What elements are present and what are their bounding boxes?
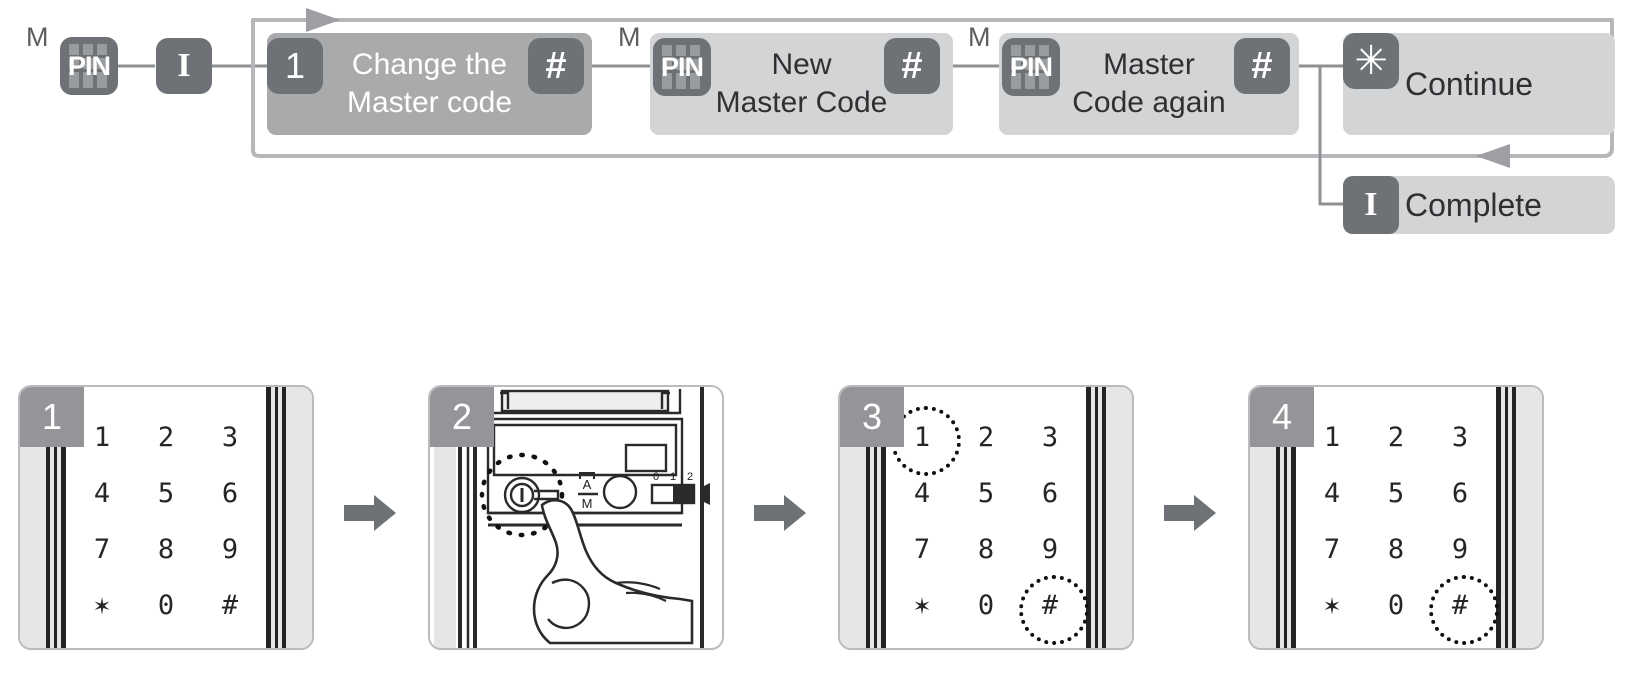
panel-1-key-#[interactable]: # <box>198 578 262 634</box>
panel-1-line-d <box>266 387 271 648</box>
hash-key-icon-2: # <box>884 38 940 94</box>
pin-keypad-icon: PIN <box>60 37 118 95</box>
panel-1-key-9[interactable]: 9 <box>198 522 262 578</box>
panel-2-badge: 2 <box>430 387 494 447</box>
i-button-label: I <box>177 47 191 84</box>
panel-1-key-4[interactable]: 4 <box>70 465 134 521</box>
panel-1: 1 2 3 4 5 6 7 8 9 ✶ 0 # 1 <box>18 385 314 650</box>
step-arrow-1 <box>344 495 396 531</box>
panel-4: 1 2 3 4 5 6 7 8 9 ✶ 0 # 4 <box>1248 385 1544 650</box>
panel-1-key-3[interactable]: 3 <box>198 409 262 465</box>
flow-diagram: M PIN I Change the Master code 1 # M New… <box>0 0 1640 250</box>
asterisk-key-icon: ✳ <box>1343 33 1399 89</box>
panel-3: 1 2 3 4 5 6 7 8 9 ✶ 0 # 3 <box>838 385 1134 650</box>
panel-2-vol-1: 1 <box>670 471 676 483</box>
panel-3-line-e <box>1095 387 1098 648</box>
panel-4-key-3[interactable]: 3 <box>1428 409 1492 465</box>
panel-2-vol-2: 2 <box>687 471 693 483</box>
pin-label-2: PIN <box>660 51 704 82</box>
panel-1-line-f <box>282 387 286 648</box>
panel-3-key-7[interactable]: 7 <box>890 522 954 578</box>
panel-4-key-#[interactable]: # <box>1428 574 1499 646</box>
i-button-icon-complete: I <box>1343 176 1399 234</box>
pin-keypad-icon-2: PIN <box>653 38 711 96</box>
panel-3-key-3[interactable]: 3 <box>1018 409 1082 465</box>
panel-4-key-5[interactable]: 5 <box>1364 465 1428 521</box>
panel-1-key-7[interactable]: 7 <box>70 522 134 578</box>
panel-3-key-9[interactable]: 9 <box>1018 522 1082 578</box>
panel-2: A M 0 1 2 2 <box>428 385 724 650</box>
hash-key-label-3: # <box>1251 44 1273 87</box>
panel-3-key-0[interactable]: 0 <box>954 578 1018 634</box>
step-1-number: 1 <box>284 45 306 86</box>
panel-1-keypad[interactable]: 1 2 3 4 5 6 7 8 9 ✶ 0 # <box>70 409 262 634</box>
panel-2-mode-a: A <box>583 477 592 492</box>
panel-3-key-8[interactable]: 8 <box>954 522 1018 578</box>
panel-4-key-9[interactable]: 9 <box>1428 522 1492 578</box>
step-1-number-chip: 1 <box>267 38 323 94</box>
pin-label-3: PIN <box>1009 51 1053 82</box>
panel-3-badge: 3 <box>840 387 904 447</box>
entry-m-label: M <box>26 22 49 52</box>
panel-4-key-7[interactable]: 7 <box>1300 522 1364 578</box>
panel-4-line-f <box>1512 387 1516 648</box>
panel-1-right-band <box>266 387 312 648</box>
hash-key-icon-3: # <box>1234 38 1290 94</box>
panel-3-key-6[interactable]: 6 <box>1018 465 1082 521</box>
panel-1-key-8[interactable]: 8 <box>134 522 198 578</box>
step-2-m-label: M <box>618 22 641 52</box>
panel-1-key-2[interactable]: 2 <box>134 409 198 465</box>
panel-4-keypad[interactable]: 1 2 3 4 5 6 7 8 9 ✶ 0 # <box>1300 409 1499 646</box>
panel-3-key-#[interactable]: # <box>1018 574 1089 646</box>
i-button-icon: I <box>156 38 212 94</box>
panel-4-right-band <box>1496 387 1542 648</box>
panel-1-key-5[interactable]: 5 <box>134 465 198 521</box>
panel-2-mode-m: M <box>582 496 593 511</box>
panel-1-key-6[interactable]: 6 <box>198 465 262 521</box>
hash-key-label-2: # <box>901 44 923 87</box>
panel-4-key-6[interactable]: 6 <box>1428 465 1492 521</box>
panel-3-key-4[interactable]: 4 <box>890 465 954 521</box>
panel-1-key-0[interactable]: 0 <box>134 578 198 634</box>
panel-3-keypad[interactable]: 1 2 3 4 5 6 7 8 9 ✶ 0 # <box>890 406 1089 646</box>
panel-3-key-2[interactable]: 2 <box>954 409 1018 465</box>
panel-2-vol-0: 0 <box>653 471 659 483</box>
panel-4-line-e <box>1505 387 1508 648</box>
hash-key-label-1: # <box>545 44 567 87</box>
panel-4-key-8[interactable]: 8 <box>1364 522 1428 578</box>
panel-3-line-f <box>1102 387 1106 648</box>
panel-4-badge: 4 <box>1250 387 1314 447</box>
step-3-m-label: M <box>968 22 991 52</box>
step-arrow-3 <box>1164 495 1216 531</box>
step-arrow-2 <box>754 495 806 531</box>
hash-key-icon-1: # <box>528 38 584 94</box>
panel-4-key-4[interactable]: 4 <box>1300 465 1364 521</box>
i-button-label-complete: I <box>1364 186 1378 223</box>
panel-4-key-0[interactable]: 0 <box>1364 578 1428 634</box>
panel-4-key-✶[interactable]: ✶ <box>1300 578 1364 634</box>
step-panels: 1 2 3 4 5 6 7 8 9 ✶ 0 # 1 A M 0 1 2 2 1 … <box>0 385 1640 677</box>
panel-3-key-5[interactable]: 5 <box>954 465 1018 521</box>
panel-3-key-✶[interactable]: ✶ <box>890 578 954 634</box>
pin-label: PIN <box>67 50 111 81</box>
panel-1-badge: 1 <box>20 387 84 447</box>
asterisk-key-label: ✳ <box>1354 39 1388 83</box>
panel-3-right-band <box>1086 387 1132 648</box>
panel-1-line-e <box>275 387 278 648</box>
panel-1-key-✶[interactable]: ✶ <box>70 578 134 634</box>
panel-4-key-2[interactable]: 2 <box>1364 409 1428 465</box>
pin-keypad-icon-3: PIN <box>1002 38 1060 96</box>
